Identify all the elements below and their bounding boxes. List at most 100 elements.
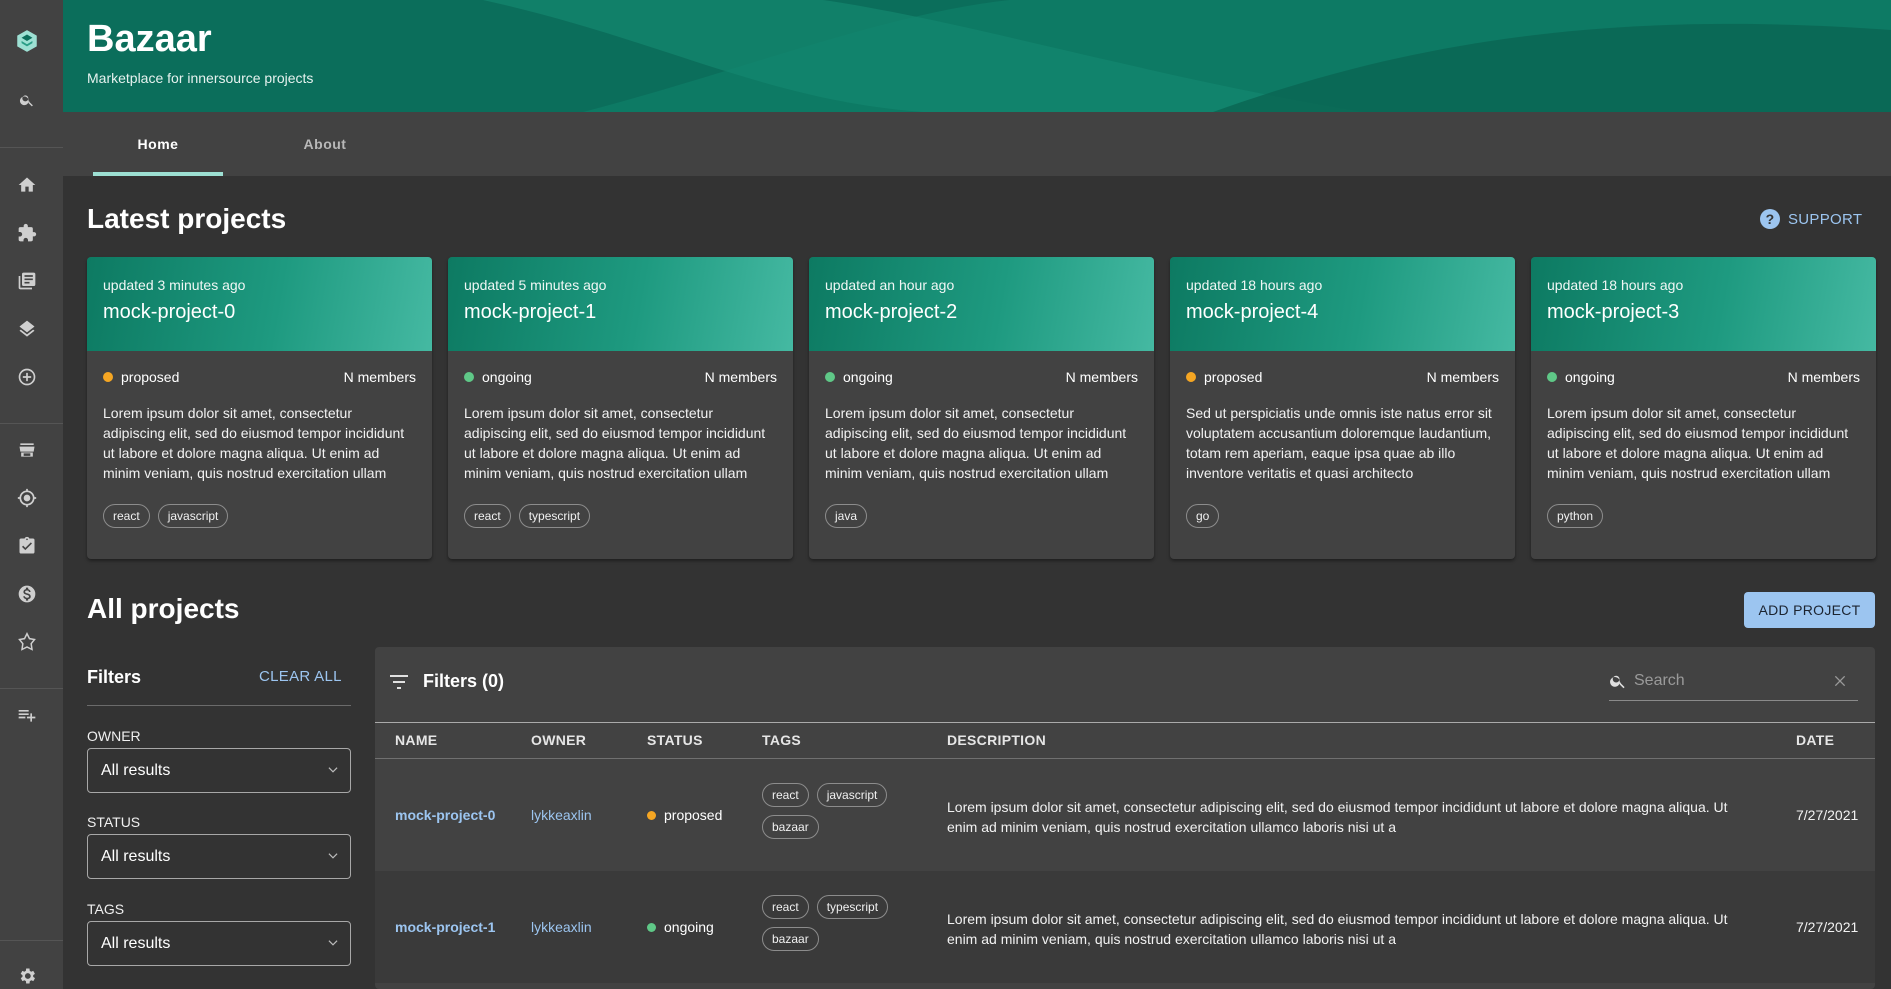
table-header-divider: [375, 722, 1875, 723]
table-search: [1609, 663, 1858, 701]
column-header-status[interactable]: STATUS: [647, 732, 703, 748]
tab-about[interactable]: About: [260, 112, 390, 176]
chevron-down-icon: [328, 767, 338, 773]
card-status: proposed: [1186, 369, 1262, 385]
project-card[interactable]: updated 18 hours ago mock-project-3 ongoin…: [1531, 257, 1876, 559]
search-icon: [1610, 675, 1625, 689]
projects-table-panel: Filters (0) NAME OWNER STATUS TAGS DESCR…: [375, 647, 1875, 989]
card-description: Sed ut perspiciatis unde omnis iste natu…: [1186, 405, 1492, 481]
card-status-row: ongoing N members: [1547, 369, 1860, 385]
add-circle-icon[interactable]: [16, 366, 38, 388]
support-button[interactable]: ? SUPPORT: [1760, 209, 1862, 229]
card-description: Lorem ipsum dolor sit amet, consectetur …: [825, 405, 1127, 481]
add-project-button[interactable]: ADD PROJECT: [1744, 592, 1875, 628]
card-body: proposed N members Lorem ipsum dolor sit a…: [87, 351, 432, 483]
row-status: ongoing: [647, 919, 714, 935]
project-name-link[interactable]: mock-project-0: [395, 807, 495, 823]
tag-chip[interactable]: bazaar: [762, 927, 819, 951]
project-card[interactable]: updated 18 hours ago mock-project-4 propos…: [1170, 257, 1515, 559]
search-icon[interactable]: [16, 89, 38, 111]
column-header-owner[interactable]: OWNER: [531, 732, 586, 748]
tag-chip[interactable]: react: [762, 895, 809, 919]
card-description: Lorem ipsum dolor sit amet, consectetur …: [464, 405, 766, 481]
all-projects-heading: All projects: [87, 593, 240, 624]
card-description: Lorem ipsum dolor sit amet, consectetur …: [1547, 405, 1849, 481]
clear-search-icon[interactable]: [1832, 673, 1848, 689]
column-header-tags[interactable]: TAGS: [762, 732, 801, 748]
status-label: ongoing: [843, 369, 893, 385]
card-project-name: mock-project-2: [825, 301, 958, 323]
table-filters-count[interactable]: Filters (0): [423, 671, 504, 692]
card-project-name: mock-project-0: [103, 301, 236, 323]
status-dot: [647, 922, 656, 932]
status-filter-select[interactable]: All results: [87, 834, 351, 879]
card-members: N members: [343, 369, 416, 385]
status-dot: [103, 372, 113, 382]
card-header: updated 18 hours ago mock-project-3: [1531, 257, 1876, 351]
card-header: updated 18 hours ago mock-project-4: [1170, 257, 1515, 351]
tag-chip[interactable]: go: [1186, 504, 1220, 528]
clear-all-button[interactable]: CLEAR ALL: [259, 668, 342, 685]
puzzle-icon[interactable]: [16, 222, 38, 244]
tab-home[interactable]: Home: [93, 112, 223, 176]
card-tags: java: [825, 504, 868, 528]
tag-chip[interactable]: react: [103, 504, 150, 528]
card-tags: react typescript: [464, 504, 591, 528]
column-header-date[interactable]: DATE: [1796, 732, 1834, 748]
card-updated: updated 5 minutes ago: [464, 277, 607, 293]
status-dot: [464, 372, 474, 382]
radar-icon[interactable]: [16, 487, 38, 509]
settings-icon[interactable]: [16, 965, 38, 987]
tag-chip[interactable]: java: [825, 504, 868, 528]
card-tags: go: [1186, 504, 1220, 528]
card-status: ongoing: [1547, 369, 1615, 385]
column-header-description[interactable]: DESCRIPTION: [947, 732, 1046, 748]
project-card[interactable]: updated 3 minutes ago mock-project-0 propo…: [87, 257, 432, 559]
storefront-icon[interactable]: [16, 439, 38, 461]
project-card[interactable]: updated an hour ago mock-project-2 ongoing…: [809, 257, 1154, 559]
filter-list-icon[interactable]: [389, 674, 409, 690]
tag-chip[interactable]: react: [464, 504, 511, 528]
card-status-row: ongoing N members: [825, 369, 1138, 385]
search-input[interactable]: [1634, 669, 1824, 693]
row-tags: react javascript bazaar: [762, 783, 892, 839]
card-status: ongoing: [825, 369, 893, 385]
owner-link[interactable]: lykkeaxlin: [531, 919, 592, 935]
status-filter-label: STATUS: [87, 814, 141, 830]
owner-filter-label: OWNER: [87, 728, 141, 744]
cost-icon[interactable]: [16, 583, 38, 605]
tag-chip[interactable]: javascript: [816, 783, 888, 807]
row-date: 7/27/2021: [1796, 807, 1859, 823]
card-project-name: mock-project-4: [1186, 301, 1319, 323]
card-status-row: ongoing N members: [464, 369, 777, 385]
table-row[interactable]: mock-project-0 lykkeaxlin proposed react jav…: [375, 759, 1875, 871]
home-icon[interactable]: [16, 174, 38, 196]
tag-chip[interactable]: react: [762, 783, 809, 807]
playlist-add-icon[interactable]: [16, 704, 38, 726]
filters-divider: [87, 705, 351, 706]
card-project-name: mock-project-1: [464, 301, 597, 323]
column-header-name[interactable]: NAME: [395, 732, 437, 748]
owner-link[interactable]: lykkeaxlin: [531, 807, 592, 823]
project-name-link[interactable]: mock-project-1: [395, 919, 495, 935]
logo-icon[interactable]: [14, 28, 40, 54]
tags-filter-select[interactable]: All results: [87, 921, 351, 966]
table-row[interactable]: mock-project-1 lykkeaxlin ongoing react type…: [375, 871, 1875, 983]
tag-chip[interactable]: javascript: [157, 504, 229, 528]
status-label: proposed: [1204, 369, 1263, 385]
owner-filter-select[interactable]: All results: [87, 748, 351, 793]
chevron-down-icon: [328, 853, 338, 859]
status-label: ongoing: [1565, 369, 1615, 385]
checklist-icon[interactable]: [16, 535, 38, 557]
layers-icon[interactable]: [16, 318, 38, 340]
tag-chip[interactable]: typescript: [518, 504, 591, 528]
tag-chip[interactable]: typescript: [816, 895, 889, 919]
graph-icon[interactable]: [16, 631, 38, 653]
project-card[interactable]: updated 5 minutes ago mock-project-1 ongoi…: [448, 257, 793, 559]
tag-chip[interactable]: python: [1547, 504, 1604, 528]
library-icon[interactable]: [16, 270, 38, 292]
status-dot: [1547, 372, 1557, 382]
row-status: proposed: [647, 807, 722, 823]
app: Bazaar Marketplace for innersource proje…: [0, 0, 1891, 989]
tag-chip[interactable]: bazaar: [762, 815, 819, 839]
